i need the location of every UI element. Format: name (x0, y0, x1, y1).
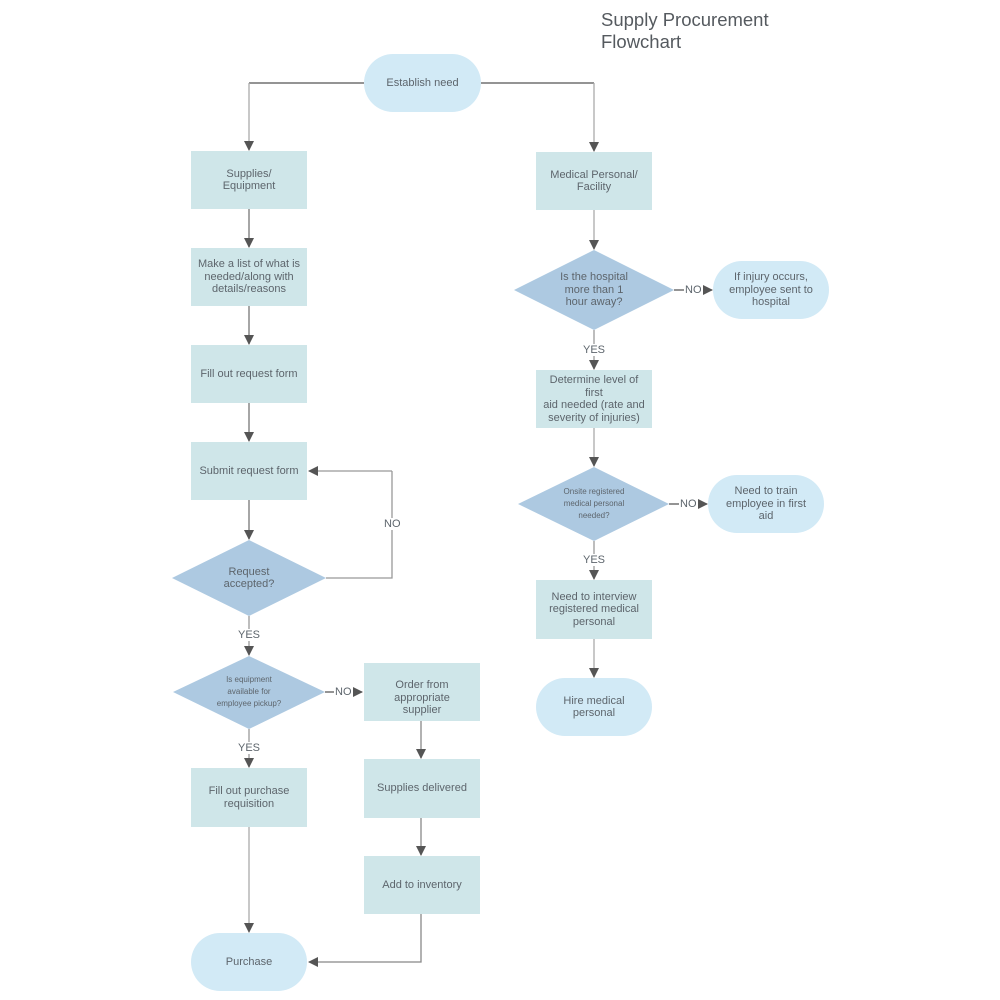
node-purchase[interactable]: Purchase (191, 933, 307, 991)
node-hire-medical[interactable]: Hire medical personal (536, 678, 652, 736)
label-request-no: NO (383, 518, 402, 530)
node-interview-medical[interactable]: Need to interview registered medical per… (536, 580, 652, 639)
node-establish-need[interactable]: Establish need (364, 54, 481, 112)
node-equipment-available[interactable]: Is equipment available for employee pick… (193, 674, 305, 710)
node-onsite-medical[interactable]: Onsite registered medical personal neede… (540, 486, 648, 522)
node-submit-request-form[interactable]: Submit request form (191, 442, 307, 500)
node-fill-purchase-requisition[interactable]: Fill out purchase requisition (191, 768, 307, 827)
label-hospital-yes: YES (582, 344, 607, 356)
node-supplies-equipment[interactable]: Supplies/ Equipment (191, 151, 307, 209)
label-request-yes: YES (237, 629, 262, 641)
node-hospital-distance[interactable]: Is the hospital more than 1 hour away? (540, 270, 648, 310)
node-add-inventory[interactable]: Add to inventory (364, 856, 480, 914)
node-injury-hospital[interactable]: If injury occurs, employee sent to hospi… (713, 261, 829, 319)
node-order-supplier[interactable]: Order from appropriate supplier (364, 663, 480, 721)
node-fill-request-form[interactable]: Fill out request form (191, 345, 307, 403)
connector-inventory-to-purchase (308, 914, 422, 967)
label-onsite-yes: YES (582, 554, 607, 566)
label-equipment-no: NO (334, 686, 353, 698)
label-onsite-no: NO (679, 498, 698, 510)
node-request-accepted[interactable]: Request accepted? (192, 560, 306, 596)
node-train-first-aid[interactable]: Need to train employee in first aid (708, 475, 824, 533)
node-medical-facility[interactable]: Medical Personal/ Facility (536, 152, 652, 210)
label-hospital-no: NO (684, 284, 703, 296)
node-supplies-delivered[interactable]: Supplies delivered (364, 759, 480, 818)
label-equipment-yes: YES (237, 742, 262, 754)
connector-layer (172, 82, 713, 967)
node-first-aid-level[interactable]: Determine level of first aid needed (rat… (536, 370, 652, 428)
node-make-list[interactable]: Make a list of what is needed/along with… (191, 248, 307, 306)
